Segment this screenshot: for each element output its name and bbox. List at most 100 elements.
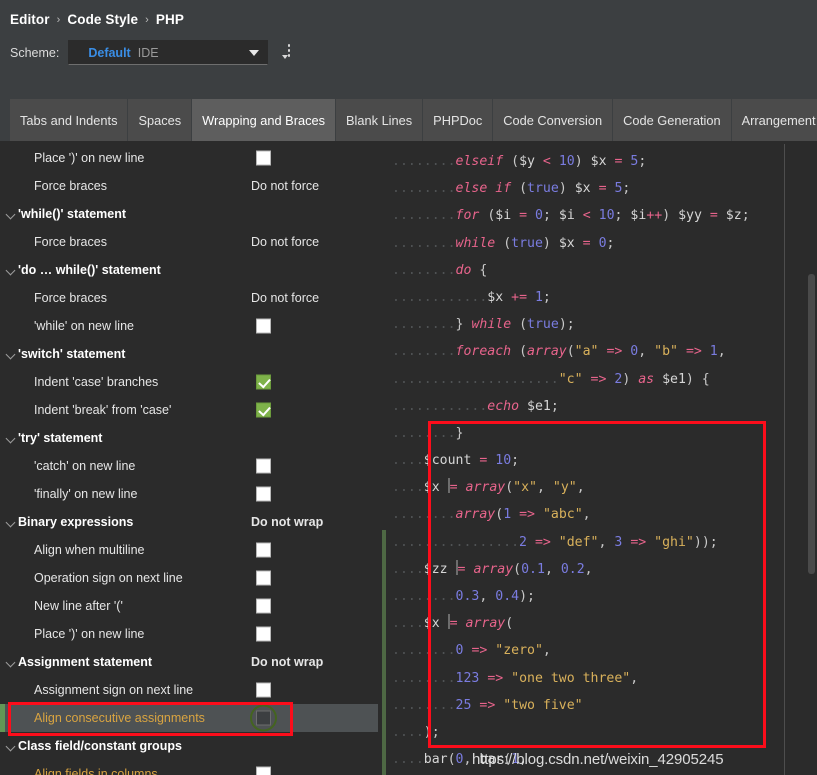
breadcrumb-item-code-style[interactable]: Code Style	[67, 12, 138, 27]
setting-label: 'try' statement	[18, 431, 103, 445]
setting-checkbox[interactable]	[256, 682, 271, 698]
kebab-dot	[287, 54, 291, 57]
setting-row-align-fields-in-columns[interactable]: Align fields in columns	[0, 760, 378, 775]
kebab-menu-icon[interactable]	[282, 44, 296, 76]
setting-checkbox[interactable]	[256, 374, 271, 390]
setting-label: Place ')' on new line	[34, 151, 145, 165]
chevron-down-icon[interactable]	[6, 517, 16, 527]
code-scrollbar-thumb[interactable]	[808, 274, 815, 574]
setting-value[interactable]: Do not force	[251, 235, 319, 249]
tab-label: Code Conversion	[503, 112, 603, 128]
setting-checkbox[interactable]	[256, 542, 271, 558]
tab-label: Blank Lines	[346, 112, 413, 128]
setting-row-assignment-sign-on-next-line[interactable]: Assignment sign on next line	[0, 676, 378, 704]
setting-row-indent-case-branches[interactable]: Indent 'case' branches	[0, 368, 378, 396]
scheme-dropdown[interactable]: Default IDE	[68, 40, 269, 65]
code-line: ....................."c" => 2) as $e1) {	[392, 371, 710, 387]
setting-row--catch-on-new-line[interactable]: 'catch' on new line	[0, 452, 378, 480]
setting-checkbox[interactable]	[256, 766, 271, 775]
watermark-text: https://blog.csdn.net/weixin_42905245	[472, 751, 724, 768]
modified-marker	[0, 704, 5, 732]
tab-label: PHPDoc	[433, 112, 483, 128]
setting-row-force-braces[interactable]: Force braces Do not force	[0, 284, 378, 312]
setting-label: Align consecutive assignments	[34, 711, 205, 725]
setting-row--do-while-statement[interactable]: 'do … while()' statement	[0, 256, 378, 284]
setting-checkbox[interactable]	[256, 402, 271, 418]
code-preview-pane[interactable]: ........elseif ($y < 10) $x = 5;........…	[378, 144, 817, 775]
setting-row-assignment-statement[interactable]: Assignment statement Do not wrap	[0, 648, 378, 676]
setting-row-binary-expressions[interactable]: Binary expressions Do not wrap	[0, 508, 378, 536]
setting-label: Force braces	[34, 291, 107, 305]
setting-row--while-on-new-line[interactable]: 'while' on new line	[0, 312, 378, 340]
code-line: ............echo $e1;	[392, 398, 559, 414]
setting-row-place-on-new-line[interactable]: Place ')' on new line	[0, 144, 378, 172]
setting-label: Class field/constant groups	[18, 739, 182, 753]
tab-label: Code Generation	[623, 112, 721, 128]
code-line: ........for ($i = 0; $i < 10; $i++) $yy …	[392, 208, 750, 224]
scheme-scope-label: IDE	[137, 45, 159, 60]
code-line: ....$count = 10;	[392, 453, 520, 469]
setting-checkbox[interactable]	[256, 458, 271, 474]
chevron-down-icon[interactable]	[6, 209, 16, 219]
breadcrumb: Editor › Code Style › PHP	[10, 12, 184, 27]
setting-row-new-line-after-[interactable]: New line after '('	[0, 592, 378, 620]
chevron-down-icon	[282, 55, 288, 76]
tab-spaces[interactable]: Spaces	[128, 99, 193, 141]
chevron-down-icon[interactable]	[6, 741, 16, 751]
setting-row-indent-break-from-case-[interactable]: Indent 'break' from 'case'	[0, 396, 378, 424]
setting-checkbox[interactable]	[256, 318, 271, 334]
breadcrumb-item-php[interactable]: PHP	[156, 12, 184, 27]
setting-checkbox[interactable]	[256, 486, 271, 502]
setting-label: Indent 'case' branches	[34, 375, 159, 389]
code-line: ........} while (true);	[392, 317, 575, 333]
setting-row-align-when-multiline[interactable]: Align when multiline	[0, 536, 378, 564]
setting-label: 'switch' statement	[18, 347, 126, 361]
chevron-down-icon[interactable]	[6, 433, 16, 443]
setting-checkbox[interactable]	[256, 598, 271, 614]
code-line: ........123 => "one two three",	[392, 670, 639, 686]
setting-row--finally-on-new-line[interactable]: 'finally' on new line	[0, 480, 378, 508]
setting-row--switch-statement[interactable]: 'switch' statement	[0, 340, 378, 368]
setting-label: Operation sign on next line	[34, 571, 183, 585]
chevron-down-icon[interactable]	[6, 265, 16, 275]
settings-list[interactable]: Place ')' on new line Force braces Do not …	[0, 144, 378, 775]
tab-wrapping-and-braces[interactable]: Wrapping and Braces	[192, 99, 336, 141]
tab-label: Spaces	[138, 112, 182, 128]
setting-label: Force braces	[34, 235, 107, 249]
setting-row-class-field-constant-groups[interactable]: Class field/constant groups	[0, 732, 378, 760]
code-line: ........elseif ($y < 10) $x = 5;	[392, 154, 647, 169]
setting-row-place-on-new-line[interactable]: Place ')' on new line	[0, 620, 378, 648]
window-header: Editor › Code Style › PHP Scheme: Defaul…	[0, 0, 817, 141]
setting-checkbox[interactable]	[256, 570, 271, 586]
setting-label: Place ')' on new line	[34, 627, 145, 641]
setting-checkbox[interactable]	[256, 626, 271, 642]
breadcrumb-item-editor[interactable]: Editor	[10, 12, 50, 27]
setting-value[interactable]: Do not wrap	[251, 655, 323, 669]
setting-label: 'catch' on new line	[34, 459, 136, 473]
code-line: ........while (true) $x = 0;	[392, 235, 615, 251]
code-line: ....$zz = array(0.1, 0.2,	[392, 559, 593, 577]
setting-checkbox[interactable]	[256, 150, 271, 166]
setting-label: 'finally' on new line	[34, 487, 138, 501]
setting-value[interactable]: Do not force	[251, 291, 319, 305]
tab-code-generation[interactable]: Code Generation	[613, 99, 732, 141]
setting-row--while-statement[interactable]: 'while()' statement	[0, 200, 378, 228]
setting-row--try-statement[interactable]: 'try' statement	[0, 424, 378, 452]
chevron-down-icon[interactable]	[6, 657, 16, 667]
setting-label: Align fields in columns	[34, 767, 158, 775]
tab-phpdoc[interactable]: PHPDoc	[423, 99, 494, 141]
tab-tabs-and-indents[interactable]: Tabs and Indents	[10, 99, 129, 141]
setting-row-force-braces[interactable]: Force braces Do not force	[0, 172, 378, 200]
setting-value[interactable]: Do not force	[251, 179, 319, 193]
tab-label: Arrangement	[741, 112, 816, 128]
setting-row-operation-sign-on-next-line[interactable]: Operation sign on next line	[0, 564, 378, 592]
setting-value[interactable]: Do not wrap	[251, 515, 323, 529]
tab-blank-lines[interactable]: Blank Lines	[336, 99, 424, 141]
code-scrollbar-track[interactable]	[806, 144, 817, 775]
tab-arrangement[interactable]: Arrangement	[731, 99, 817, 141]
chevron-down-icon[interactable]	[6, 349, 16, 359]
code-line: ........0 => "zero",	[392, 643, 551, 659]
setting-row-align-consecutive-assignments[interactable]: Align consecutive assignments	[0, 704, 378, 732]
tab-code-conversion[interactable]: Code Conversion	[493, 99, 614, 141]
setting-row-force-braces[interactable]: Force braces Do not force	[0, 228, 378, 256]
